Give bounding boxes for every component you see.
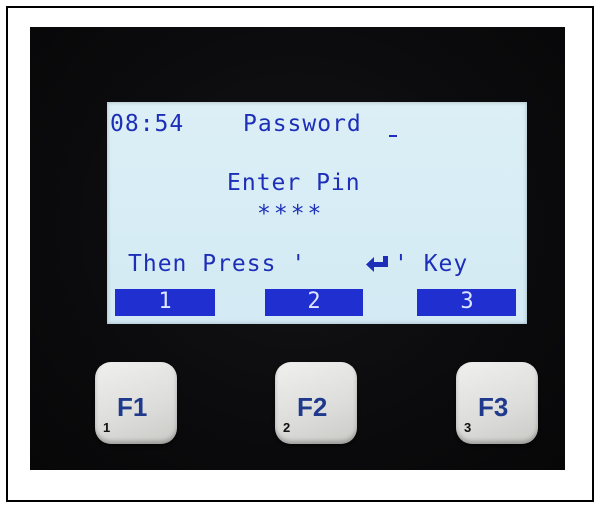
mode-title: Password bbox=[243, 111, 362, 137]
pin-entry-field[interactable]: **** bbox=[257, 203, 324, 226]
softkey-label-2: 2 bbox=[307, 289, 321, 314]
f1-button[interactable]: F1 1 bbox=[95, 362, 177, 444]
softkey-label-3: 3 bbox=[460, 289, 474, 314]
f1-number: 1 bbox=[103, 420, 111, 435]
enter-pin-prompt: Enter Pin bbox=[227, 170, 361, 196]
f2-button[interactable]: F2 2 bbox=[275, 362, 357, 444]
f3-label: F3 bbox=[478, 392, 509, 422]
cursor-mark bbox=[389, 135, 397, 137]
instruction-text-before: Then Press ' bbox=[128, 251, 307, 277]
f2-label: F2 bbox=[297, 392, 328, 422]
enter-key-icon bbox=[366, 256, 388, 272]
f3-number: 3 bbox=[464, 420, 472, 435]
instruction-text-after: ' Key bbox=[394, 251, 469, 277]
f3-button[interactable]: F3 3 bbox=[456, 362, 538, 444]
softkey-label-1: 1 bbox=[158, 289, 172, 314]
f2-number: 2 bbox=[283, 420, 291, 435]
f1-label: F1 bbox=[117, 392, 148, 422]
clock-display: 08:54 bbox=[110, 111, 185, 137]
